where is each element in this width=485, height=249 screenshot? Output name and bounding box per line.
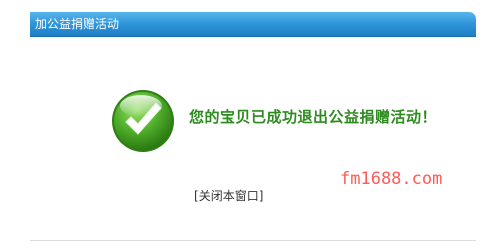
bottom-divider [30, 240, 476, 241]
success-message: 您的宝贝已成功退出公益捐赠活动！ [189, 108, 438, 126]
bracket-close: ] [258, 189, 264, 203]
close-window-label[interactable]: 关闭本窗口 [199, 189, 259, 203]
close-window-link[interactable]: [关闭本窗口] [194, 188, 263, 204]
title-bar: 加公益捐赠活动 [30, 12, 476, 37]
watermark-text: fm1688.com [340, 169, 443, 189]
window-title: 加公益捐赠活动 [35, 17, 120, 31]
success-check-icon [112, 90, 174, 152]
